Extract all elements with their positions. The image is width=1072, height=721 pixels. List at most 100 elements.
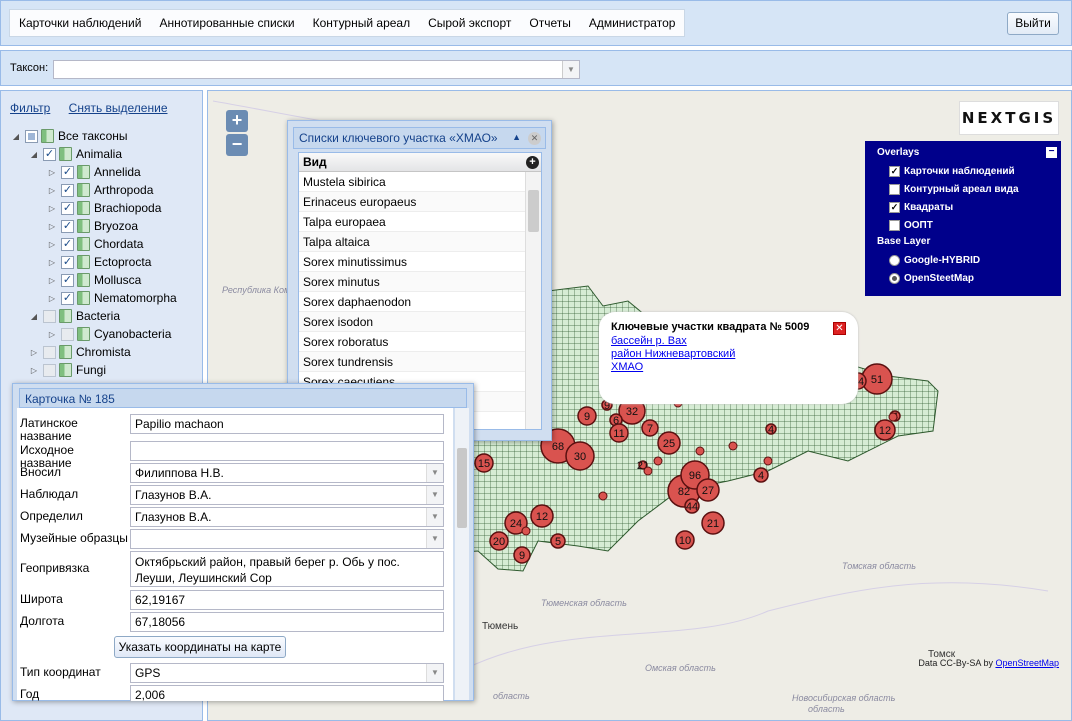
tree-node[interactable]: ◢ ✓ Animalia — [11, 145, 201, 163]
checkbox-icon[interactable]: ✓ — [61, 165, 74, 179]
exit-button[interactable]: Выйти — [1007, 12, 1059, 35]
zoom-in-button[interactable]: + — [226, 110, 248, 132]
scrollbar[interactable] — [455, 408, 469, 700]
checkbox-icon[interactable] — [43, 345, 56, 359]
tree-node[interactable]: ▷ ✓ Ectoprocta — [11, 253, 201, 271]
georef-textarea[interactable]: Октябрьский район, правый берег р. Обь у… — [130, 551, 444, 587]
chevron-down-icon[interactable]: ▼ — [426, 530, 443, 548]
menu-reports[interactable]: Отчеты — [520, 10, 579, 36]
scrollbar[interactable] — [525, 172, 541, 429]
clear-selection-link[interactable]: Снять выделение — [69, 101, 168, 115]
tree-node[interactable]: ▷ Fungi — [11, 361, 201, 379]
collapsed-arrow-icon[interactable]: ▷ — [47, 204, 57, 213]
collapsed-arrow-icon[interactable]: ▷ — [47, 276, 57, 285]
osm-link[interactable]: OpenStreetMap — [995, 658, 1059, 668]
collapse-icon[interactable]: ▲ — [512, 132, 521, 142]
popup-link-district[interactable]: район Нижневартовский — [611, 348, 846, 361]
collapsed-arrow-icon[interactable]: ▷ — [47, 168, 57, 177]
museum-combo[interactable]: ▼ — [130, 529, 444, 549]
checkbox-icon[interactable]: ✓ — [61, 255, 74, 269]
cluster-marker[interactable] — [728, 441, 738, 451]
close-icon[interactable]: ✕ — [833, 322, 846, 335]
species-row[interactable]: Sorex roboratus — [299, 332, 527, 352]
tree-node[interactable]: ▷ ✓ Annelida — [11, 163, 201, 181]
cluster-marker[interactable] — [888, 412, 898, 422]
menu-annotated-lists[interactable]: Аннотированные списки — [150, 10, 303, 36]
checkbox-icon[interactable]: ✓ — [61, 237, 74, 251]
scroll-thumb[interactable] — [457, 448, 467, 528]
expanded-arrow-icon[interactable]: ◢ — [29, 150, 39, 159]
identified-combo[interactable]: Глазунов В.А. ▼ — [130, 507, 444, 527]
species-row[interactable]: Sorex tundrensis — [299, 352, 527, 372]
checkbox-icon[interactable]: ✓ — [61, 201, 74, 215]
checkbox-icon[interactable] — [889, 183, 900, 195]
longitude-input[interactable]: 67,18056 — [130, 612, 444, 632]
checkbox-icon[interactable]: ✓ — [61, 183, 74, 197]
tree-node[interactable]: ◢ Bacteria — [11, 307, 201, 325]
year-input[interactable]: 2,006 — [130, 685, 444, 701]
species-row[interactable]: Erinaceus europaeus — [299, 192, 527, 212]
scroll-thumb[interactable] — [528, 190, 539, 232]
overlay-contour[interactable]: Контурный ареал вида — [877, 180, 1049, 198]
tree-node[interactable]: ▷ ✓ Nematomorpha — [11, 289, 201, 307]
cluster-marker[interactable] — [653, 456, 663, 466]
expanded-arrow-icon[interactable]: ◢ — [11, 132, 21, 141]
filter-link[interactable]: Фильтр — [10, 101, 50, 115]
latin-name-input[interactable]: Papilio machaon — [130, 414, 444, 434]
tree-node[interactable]: ▷ ✓ Brachiopoda — [11, 199, 201, 217]
tree-node[interactable]: ▷ ✓ Bryozoa — [11, 217, 201, 235]
latitude-input[interactable]: 62,19167 — [130, 590, 444, 610]
chevron-down-icon[interactable]: ▼ — [426, 664, 443, 682]
tree-node[interactable]: ▷ ✓ Arthropoda — [11, 181, 201, 199]
observed-combo[interactable]: Глазунов В.А. ▼ — [130, 485, 444, 505]
species-row[interactable]: Mustela sibirica — [299, 172, 527, 192]
collapsed-arrow-icon[interactable]: ▷ — [47, 186, 57, 195]
species-row[interactable]: Talpa europaea — [299, 212, 527, 232]
collapsed-arrow-icon[interactable]: ▷ — [47, 222, 57, 231]
menu-observation-cards[interactable]: Карточки наблюдений — [10, 10, 150, 36]
checkbox-icon[interactable]: ✓ — [61, 273, 74, 287]
tree-node[interactable]: ▷ Cyanobacteria — [11, 325, 201, 343]
overlay-cards[interactable]: ✓ Карточки наблюдений — [877, 162, 1049, 180]
card-header[interactable]: Карточка № 185 — [19, 388, 467, 408]
chevron-down-icon[interactable]: ▼ — [426, 486, 443, 504]
tree-node[interactable]: ▷ ✓ Mollusca — [11, 271, 201, 289]
taxon-combo[interactable]: ▼ — [53, 60, 580, 79]
species-window-header[interactable]: Списки ключевого участка «ХМАО» ▲ ✕ — [293, 127, 546, 149]
overlay-squares[interactable]: ✓ Квадраты — [877, 198, 1049, 216]
checkbox-icon[interactable] — [61, 327, 74, 341]
cluster-marker[interactable] — [763, 456, 773, 466]
close-icon[interactable]: ✕ — [528, 132, 541, 145]
checkbox-icon[interactable]: ✓ — [43, 147, 56, 161]
species-row[interactable]: Sorex daphaenodon — [299, 292, 527, 312]
popup-link-basin[interactable]: бассейн р. Вах — [611, 335, 846, 348]
menu-raw-export[interactable]: Сырой экспорт — [419, 10, 520, 36]
chevron-down-icon[interactable]: ▼ — [426, 464, 443, 482]
checkbox-icon[interactable] — [25, 129, 38, 143]
cluster-marker[interactable] — [598, 491, 608, 501]
overlay-oopt[interactable]: ООПТ — [877, 216, 1049, 234]
coord-type-combo[interactable]: GPS ▼ — [130, 663, 444, 683]
base-osm[interactable]: OpenSteetMap — [877, 269, 1049, 287]
radio-icon[interactable] — [889, 272, 900, 284]
checkbox-icon[interactable]: ✓ — [61, 291, 74, 305]
expanded-arrow-icon[interactable]: ◢ — [29, 312, 39, 321]
collapsed-arrow-icon[interactable]: ▷ — [47, 258, 57, 267]
cluster-marker[interactable] — [695, 446, 705, 456]
popup-link-region[interactable]: ХМАО — [611, 361, 846, 374]
grid-header[interactable]: Вид + — [299, 153, 541, 172]
collapsed-arrow-icon[interactable]: ▷ — [29, 348, 39, 357]
cluster-marker[interactable] — [521, 526, 531, 536]
checkbox-icon[interactable]: ✓ — [889, 165, 900, 177]
added-by-combo[interactable]: Филиппова Н.В. ▼ — [130, 463, 444, 483]
species-row[interactable]: Sorex isodon — [299, 312, 527, 332]
species-row[interactable]: Sorex minutus — [299, 272, 527, 292]
chevron-down-icon[interactable]: ▼ — [426, 508, 443, 526]
collapsed-arrow-icon[interactable]: ▷ — [47, 240, 57, 249]
checkbox-icon[interactable] — [889, 219, 900, 231]
checkbox-icon[interactable]: ✓ — [61, 219, 74, 233]
checkbox-icon[interactable] — [43, 363, 56, 377]
tree-node[interactable]: ▷ ✓ Chordata — [11, 235, 201, 253]
tree-node[interactable]: ◢ Все таксоны — [11, 127, 201, 145]
chevron-down-icon[interactable]: ▼ — [562, 61, 579, 78]
